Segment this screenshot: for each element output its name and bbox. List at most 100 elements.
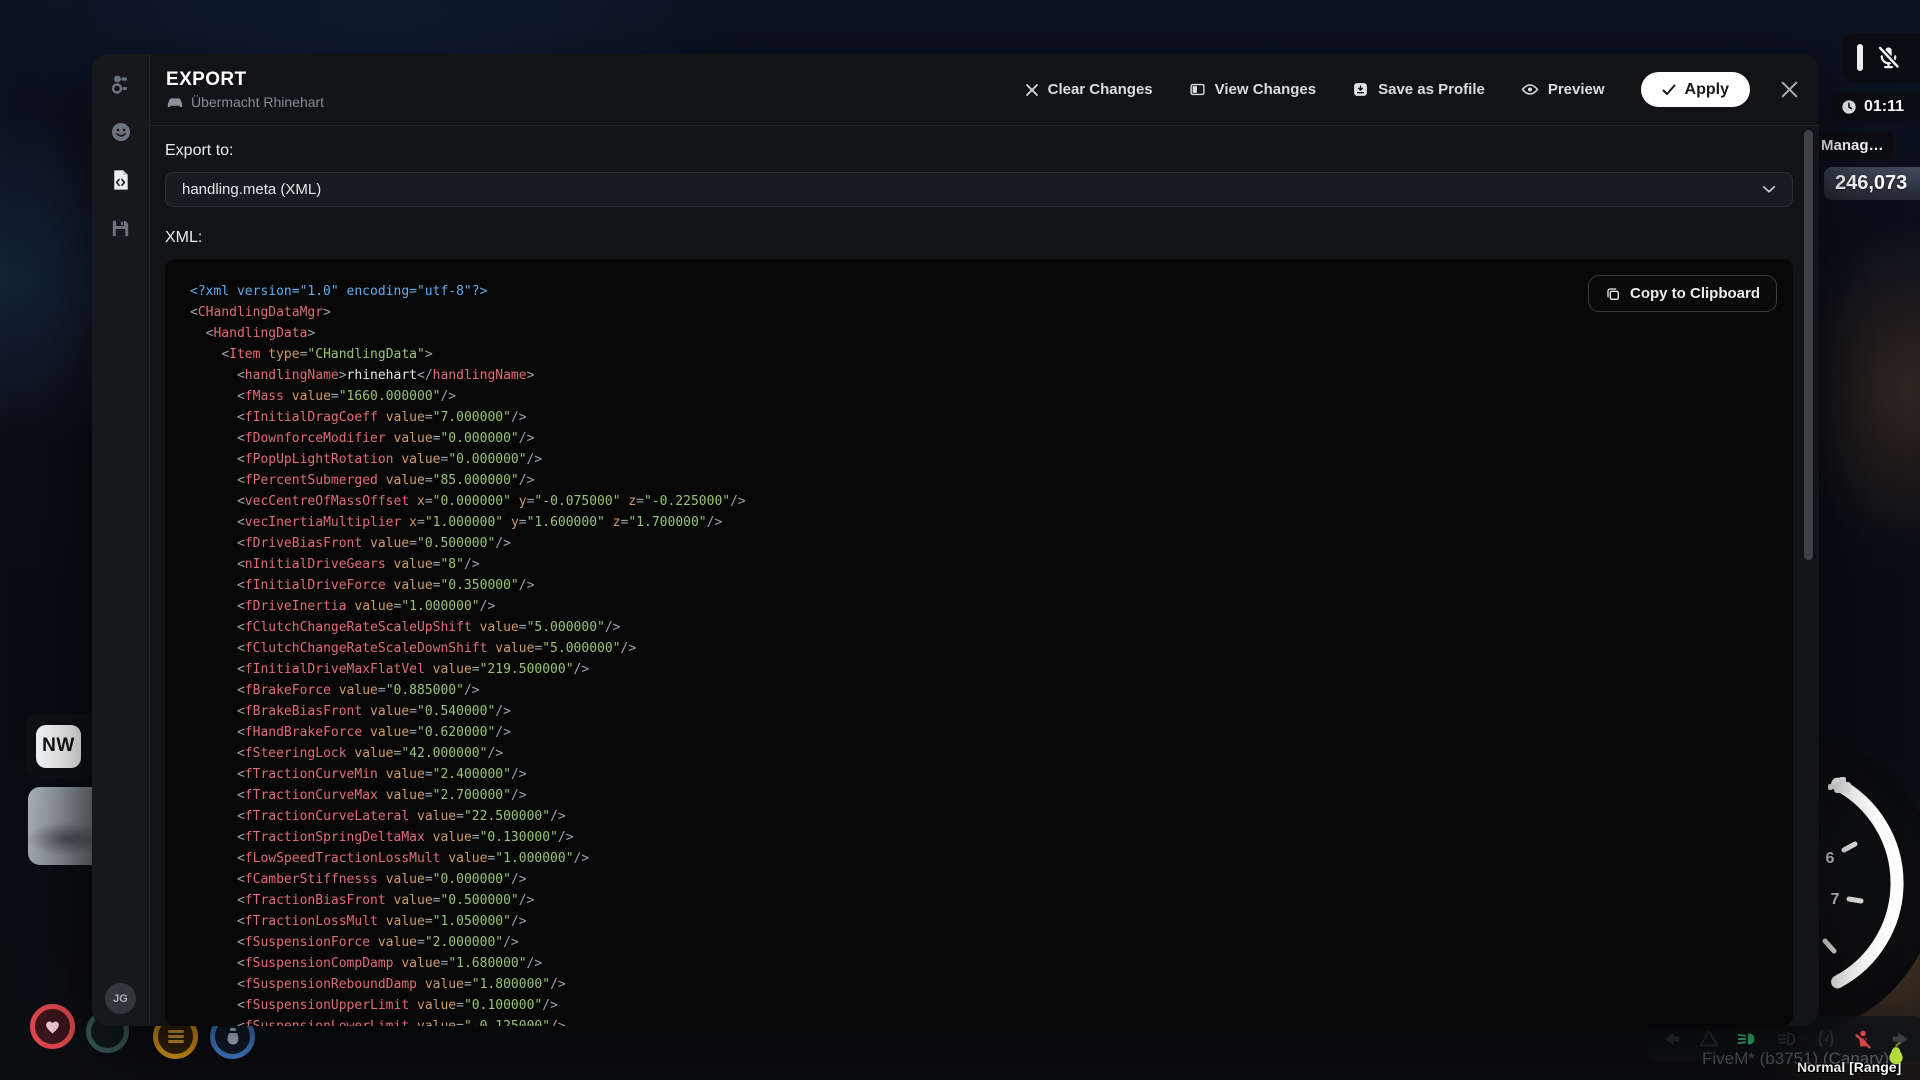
user-avatar[interactable]: JG: [105, 983, 136, 1014]
burger-icon: [168, 1028, 184, 1045]
low-beam-icon: [1735, 1028, 1759, 1050]
xml-code-line: <fSuspensionUpperLimit value="0.100000"/…: [190, 995, 1793, 1016]
clock-icon: [1841, 99, 1857, 115]
xml-code-line: <vecCentreOfMassOffset x="0.000000" y="-…: [190, 491, 1793, 512]
high-beam-icon: [1775, 1028, 1799, 1050]
modal-content: EXPORT Übermacht Rhinehart Clear Changes: [150, 54, 1819, 1026]
eye-icon: [1521, 82, 1539, 97]
gauge-number-7: 7: [1831, 891, 1840, 908]
heart-icon: [42, 1016, 63, 1037]
export-modal: JG EXPORT Übermacht Rhinehart Clea: [92, 54, 1819, 1026]
modal-body: Export to: handling.meta (XML) XML: <?xm…: [150, 126, 1819, 1026]
xml-code-line: <fDriveInertia value="1.000000"/>: [190, 596, 1793, 617]
view-changes-button[interactable]: View Changes: [1189, 81, 1316, 98]
xml-code-line: <fSuspensionReboundDamp value="1.800000"…: [190, 974, 1793, 995]
preview-label: Preview: [1548, 81, 1605, 98]
money-amount: 246,073: [1835, 172, 1907, 195]
prev-arrow-icon[interactable]: [1660, 1028, 1682, 1050]
hazard-icon: [1698, 1028, 1720, 1050]
xml-code-line: <fSuspensionForce value="2.000000"/>: [190, 932, 1793, 953]
xml-code: <?xml version="1.0" encoding="utf-8"?><C…: [190, 281, 1793, 1026]
apply-button[interactable]: Apply: [1641, 72, 1750, 107]
copy-to-clipboard-button[interactable]: Copy to Clipboard: [1588, 275, 1777, 312]
smiley-icon: [109, 120, 133, 144]
xml-code-line: <CHandlingDataMgr>: [190, 302, 1793, 323]
xml-code-line: <fInitialDriveForce value="0.350000"/>: [190, 575, 1793, 596]
sidebar-item-tune[interactable]: [109, 72, 133, 96]
sidebar-item-export-active[interactable]: [109, 168, 133, 192]
xml-code-line: <fMass value="1660.000000"/>: [190, 386, 1793, 407]
mic-muted-icon: [1875, 44, 1902, 71]
xml-code-line: <fDownforceModifier value="0.000000"/>: [190, 428, 1793, 449]
xml-code-panel[interactable]: <?xml version="1.0" encoding="utf-8"?><C…: [165, 259, 1793, 1026]
pear-icon: [1884, 1040, 1908, 1068]
preview-button[interactable]: Preview: [1521, 81, 1605, 98]
clock-time: 01:11: [1864, 98, 1904, 116]
xml-label: XML:: [165, 229, 1793, 247]
format-select[interactable]: handling.meta (XML): [165, 172, 1793, 207]
xml-code-line: <fTractionCurveMax value="2.700000"/>: [190, 785, 1793, 806]
xml-code-line: <?xml version="1.0" encoding="utf-8"?>: [190, 281, 1793, 302]
xml-code-line: <handlingName>rhinehart</handlingName>: [190, 365, 1793, 386]
tune-icon: [109, 72, 133, 96]
job-badge: Manag…: [1812, 131, 1894, 160]
save-as-profile-label: Save as Profile: [1378, 81, 1485, 98]
water-bottle-icon: [226, 1027, 240, 1047]
save-tray-icon: [1352, 81, 1369, 98]
xml-code-line: <fTractionCurveMin value="2.400000"/>: [190, 764, 1793, 785]
format-select-value: handling.meta (XML): [182, 181, 321, 198]
health-status-circle: [30, 1004, 75, 1049]
check-icon: [1662, 84, 1676, 96]
xml-code-line: <fTractionLossMult value="1.050000"/>: [190, 911, 1793, 932]
modal-scrollbar[interactable]: [1804, 130, 1813, 560]
x-icon: [1025, 83, 1039, 97]
sidebar-item-save[interactable]: [109, 216, 133, 240]
file-code-icon: [109, 168, 132, 192]
xml-code-line: <fSuspensionCompDamp value="1.680000"/>: [190, 953, 1793, 974]
copy-icon: [1605, 286, 1621, 302]
xml-code-line: <fTractionCurveLateral value="22.500000"…: [190, 806, 1793, 827]
chevron-down-icon: [1762, 185, 1776, 194]
gauge-number-6: 6: [1826, 850, 1835, 867]
xml-code-line: <fPercentSubmerged value="85.000000"/>: [190, 470, 1793, 491]
xml-code-line: <fLowSpeedTractionLossMult value="1.0000…: [190, 848, 1793, 869]
clock-widget: 01:11: [1832, 92, 1920, 121]
speed-limiter-icon: [1815, 1028, 1837, 1050]
xml-code-line: <fInitialDragCoeff value="7.000000"/>: [190, 407, 1793, 428]
xml-code-line: <fInitialDriveMaxFlatVel value="219.5000…: [190, 659, 1793, 680]
xml-code-line: <fBrakeBiasFront value="0.540000"/>: [190, 701, 1793, 722]
save-as-profile-button[interactable]: Save as Profile: [1352, 81, 1485, 98]
floppy-save-icon: [109, 217, 132, 240]
modal-header: EXPORT Übermacht Rhinehart Clear Changes: [150, 54, 1819, 126]
copy-to-clipboard-label: Copy to Clipboard: [1630, 285, 1760, 302]
xml-code-line: <fSteeringLock value="42.000000"/>: [190, 743, 1793, 764]
xml-code-line: <HandlingData>: [190, 323, 1793, 344]
sidebar-item-reactions[interactable]: [109, 120, 133, 144]
voice-indicator: [1842, 33, 1920, 82]
xml-code-line: <fSuspensionLowerLimit value="-0.125000"…: [190, 1016, 1793, 1026]
xml-code-line: <fTractionBiasFront value="0.500000"/>: [190, 890, 1793, 911]
xml-code-line: <vecInertiaMultiplier x="1.000000" y="1.…: [190, 512, 1793, 533]
xml-code-line: <fBrakeForce value="0.885000"/>: [190, 680, 1793, 701]
job-label: Manag…: [1821, 137, 1884, 154]
voice-level-bar: [1857, 44, 1863, 71]
xml-code-line: <fCamberStiffnesss value="0.000000"/>: [190, 869, 1793, 890]
clear-changes-button[interactable]: Clear Changes: [1025, 81, 1153, 98]
modal-title: EXPORT: [166, 69, 324, 91]
seatbelt-icon: [1852, 1028, 1874, 1050]
xml-code-line: <fClutchChangeRateScaleUpShift value="5.…: [190, 617, 1793, 638]
xml-code-line: <fTractionSpringDeltaMax value="0.130000…: [190, 827, 1793, 848]
xml-code-line: <fDriveBiasFront value="0.500000"/>: [190, 533, 1793, 554]
close-modal-button[interactable]: [1780, 80, 1799, 99]
screen: 6 7 FiveM* (b3751) (Canary) Normal [Rang…: [0, 0, 1920, 1080]
export-to-label: Export to:: [165, 142, 1793, 160]
clear-changes-label: Clear Changes: [1048, 81, 1153, 98]
notification-logo: NW: [36, 725, 81, 768]
close-icon: [1780, 80, 1799, 99]
columns-icon: [1189, 81, 1206, 98]
xml-code-line: <Item type="CHandlingData">: [190, 344, 1793, 365]
vehicle-name: Übermacht Rhinehart: [191, 94, 324, 110]
apply-label: Apply: [1685, 81, 1729, 99]
money-badge: 246,073: [1824, 167, 1920, 200]
xml-code-line: <fHandBrakeForce value="0.620000"/>: [190, 722, 1793, 743]
